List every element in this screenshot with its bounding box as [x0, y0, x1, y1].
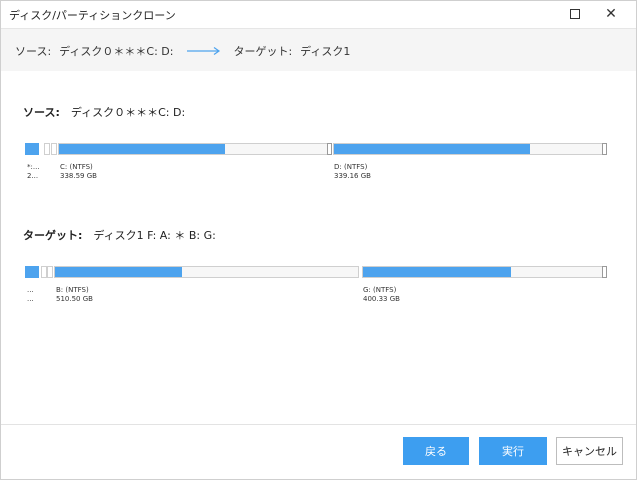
- target-partition-g-usage: [363, 267, 512, 277]
- source-partition-d-usage: [334, 144, 530, 154]
- source-heading-label: ソース:: [23, 106, 60, 119]
- path-source-value: ディスク０＊＊＊C: D:: [59, 45, 174, 58]
- source-partition-c-size: 338.59 GB: [60, 172, 97, 180]
- target-mini-partition[interactable]: [47, 266, 53, 278]
- back-button[interactable]: 戻る: [403, 437, 469, 465]
- target-partition-b-usage: [55, 267, 183, 277]
- partition-resize-handle[interactable]: [327, 143, 332, 155]
- path-target-label: ターゲット:: [233, 45, 293, 58]
- source-small-partition-name: *:...: [27, 163, 40, 171]
- target-partition-b-name: B: (NTFS): [56, 286, 89, 294]
- source-small-partition[interactable]: [25, 143, 39, 155]
- target-partition-g-info: G: (NTFS) 400.33 GB: [363, 286, 400, 304]
- target-partition-g-name: G: (NTFS): [363, 286, 397, 294]
- execute-button[interactable]: 実行: [479, 437, 547, 465]
- source-small-partition-size: 2...: [27, 172, 39, 180]
- target-small-partition-size: ...: [27, 295, 34, 303]
- footer-divider: [1, 424, 636, 425]
- maximize-button[interactable]: [556, 1, 594, 27]
- source-partition-c[interactable]: [58, 143, 328, 155]
- close-icon: ✕: [605, 6, 617, 22]
- target-partition-g[interactable]: [362, 266, 603, 278]
- target-heading-value: ディスク1 F: A: ＊ B: G:: [93, 229, 216, 242]
- path-source-label: ソース:: [15, 45, 52, 58]
- arrow-right-icon: [187, 46, 221, 56]
- window-title: ディスク/パーティションクローン: [9, 9, 176, 22]
- source-partition-c-info: C: (NTFS) 338.59 GB: [60, 163, 97, 181]
- source-partition-d-size: 339.16 GB: [334, 172, 371, 180]
- source-partition-c-name: C: (NTFS): [60, 163, 93, 171]
- target-small-partition[interactable]: [25, 266, 39, 278]
- partition-resize-handle[interactable]: [602, 143, 607, 155]
- target-small-partition-name: ...: [27, 286, 34, 294]
- source-partition-d-info: D: (NTFS) 339.16 GB: [334, 163, 371, 181]
- source-mini-partition[interactable]: [51, 143, 57, 155]
- clone-dialog: ディスク/パーティションクローン ✕ ソース: ディスク０＊＊＊C: D: ター…: [0, 0, 637, 480]
- target-heading-label: ターゲット:: [23, 229, 83, 242]
- source-mini-partition[interactable]: [44, 143, 50, 155]
- source-partition-c-usage: [59, 144, 226, 154]
- path-target-value: ディスク1: [300, 45, 351, 58]
- target-small-partition-info: ... ...: [27, 286, 34, 304]
- source-partition-d-name: D: (NTFS): [334, 163, 368, 171]
- cancel-button[interactable]: キャンセル: [556, 437, 623, 465]
- target-partition-b-size: 510.50 GB: [56, 295, 93, 303]
- target-partition-b-info: B: (NTFS) 510.50 GB: [56, 286, 93, 304]
- close-button[interactable]: ✕: [592, 1, 630, 27]
- source-heading-value: ディスク０＊＊＊C: D:: [70, 106, 186, 119]
- maximize-icon: [570, 9, 580, 19]
- clone-path-summary: ソース: ディスク０＊＊＊C: D: ターゲット: ディスク1: [1, 28, 636, 71]
- partition-resize-handle[interactable]: [602, 266, 607, 278]
- target-partition-b[interactable]: [54, 266, 359, 278]
- target-heading: ターゲット: ディスク1 F: A: ＊ B: G:: [23, 227, 216, 243]
- source-disk-map: [25, 143, 610, 155]
- source-heading: ソース: ディスク０＊＊＊C: D:: [23, 104, 185, 120]
- target-disk-map: [25, 266, 610, 278]
- title-bar: ディスク/パーティションクローン ✕: [1, 1, 636, 27]
- source-small-partition-info: *:... 2...: [27, 163, 40, 181]
- source-partition-d[interactable]: [333, 143, 603, 155]
- target-partition-g-size: 400.33 GB: [363, 295, 400, 303]
